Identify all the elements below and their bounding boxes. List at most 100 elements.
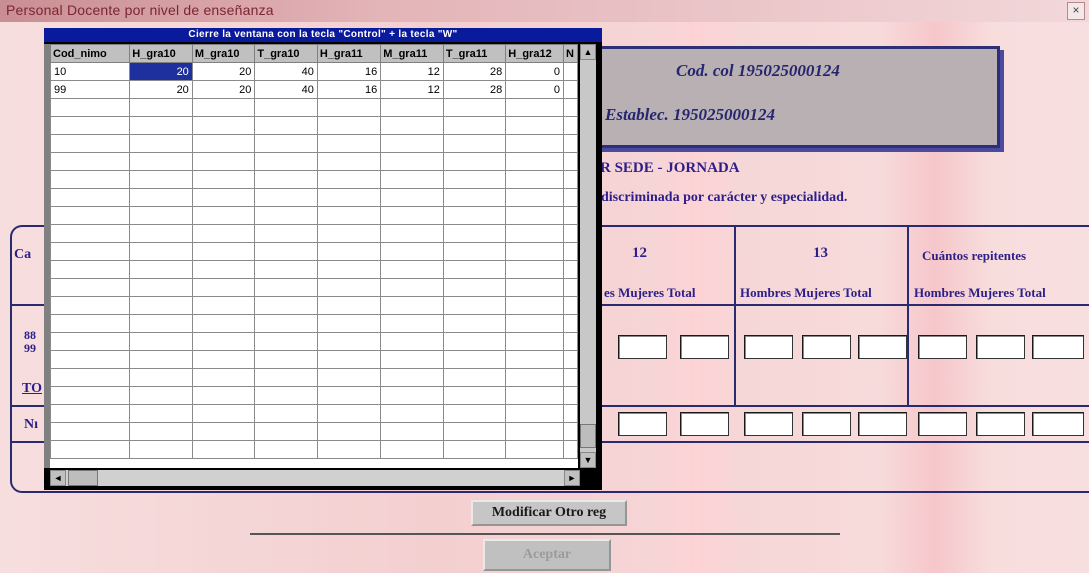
- total-12-field[interactable]: [680, 335, 729, 359]
- table-cell: [442, 332, 507, 351]
- table-cell: [562, 332, 578, 351]
- total-13-field[interactable]: [858, 412, 907, 436]
- table-cell: [562, 296, 578, 315]
- table-cell: [191, 170, 256, 189]
- column-header[interactable]: T_gra10: [254, 44, 318, 63]
- vertical-scrollbar[interactable]: ▲ ▼: [580, 44, 596, 468]
- table-cell[interactable]: 12: [380, 62, 444, 81]
- table-cell[interactable]: [562, 62, 578, 81]
- table-cell: [380, 386, 444, 405]
- scroll-left-icon[interactable]: ◄: [50, 470, 66, 486]
- mujeres-13-field[interactable]: [802, 335, 851, 359]
- total-repitentes-field[interactable]: [1032, 412, 1084, 436]
- column-header[interactable]: T_gra11: [442, 44, 507, 63]
- table-cell[interactable]: 40: [254, 62, 318, 81]
- scroll-thumb[interactable]: [580, 424, 596, 448]
- table-cell: [129, 152, 193, 171]
- scroll-down-icon[interactable]: ▼: [580, 452, 596, 468]
- table-cell: [191, 296, 256, 315]
- modify-other-record-button[interactable]: Modificar Otro reg: [471, 500, 627, 526]
- table-cell: [505, 188, 564, 207]
- table-cell: [316, 314, 382, 333]
- table-cell[interactable]: 99: [50, 80, 131, 99]
- table-cell: [380, 152, 444, 171]
- table-cell: [505, 404, 564, 423]
- column-header[interactable]: H_gra11: [316, 44, 382, 63]
- table-cell: [505, 296, 564, 315]
- table-row[interactable]: 99 20 20 40 16 12 28 0: [50, 80, 578, 99]
- column-header[interactable]: N: [562, 44, 578, 63]
- mujeres-repitentes-field[interactable]: [976, 335, 1025, 359]
- mujeres-13-field[interactable]: [802, 412, 851, 436]
- left-row-label: 99: [24, 341, 36, 355]
- table-cell[interactable]: 10: [50, 62, 131, 81]
- table-cell: [316, 422, 382, 441]
- close-icon[interactable]: ×: [1067, 2, 1085, 20]
- table-cell: [380, 404, 444, 423]
- scroll-thumb[interactable]: [68, 470, 98, 486]
- table-cell: [254, 224, 318, 243]
- hombres-repitentes-field[interactable]: [918, 335, 967, 359]
- hombres-13-field[interactable]: [744, 335, 793, 359]
- table-cell: [505, 368, 564, 387]
- table-cell: [316, 350, 382, 369]
- table-cell: [129, 98, 193, 117]
- table-cell: [50, 440, 131, 459]
- table-cell: [316, 206, 382, 225]
- total-12-field[interactable]: [680, 412, 729, 436]
- scroll-right-icon[interactable]: ►: [564, 470, 580, 486]
- table-row[interactable]: 10 20 20 40 16 12 28 0: [50, 62, 578, 81]
- table-cell[interactable]: 16: [316, 80, 382, 99]
- mujeres-repitentes-field[interactable]: [976, 412, 1025, 436]
- table-cell: [50, 188, 131, 207]
- table-cell: [254, 440, 318, 459]
- table-cell: [316, 368, 382, 387]
- grade-13-header: 13: [813, 245, 828, 261]
- datasheet-grid: Cod_nimo H_gra10 M_gra10 T_gra10 H_gra11 M_gr…: [50, 44, 578, 468]
- table-cell: [191, 368, 256, 387]
- table-cell[interactable]: 20: [191, 80, 256, 99]
- table-cell: [562, 422, 578, 441]
- column-header[interactable]: Cod_nimo: [50, 44, 131, 63]
- table-cell: [562, 314, 578, 333]
- table-cell[interactable]: 40: [254, 80, 318, 99]
- total-13-field[interactable]: [858, 335, 907, 359]
- table-cell: [316, 404, 382, 423]
- total-repitentes-field[interactable]: [1032, 335, 1084, 359]
- table-cell: [50, 386, 131, 405]
- table-cell: [505, 278, 564, 297]
- table-cell[interactable]: 20: [191, 62, 256, 81]
- table-cell: [129, 170, 193, 189]
- table-cell[interactable]: 12: [380, 80, 444, 99]
- table-cell: [505, 116, 564, 135]
- cod-col-label: Cod. col 195025000124: [676, 61, 840, 80]
- hombres-repitentes-field[interactable]: [918, 412, 967, 436]
- table-cell[interactable]: 28: [442, 62, 507, 81]
- mujeres-12-field[interactable]: [618, 335, 667, 359]
- table-cell: [380, 170, 444, 189]
- table-cell[interactable]: 0: [505, 80, 564, 99]
- grade-12-subheader: es Mujeres Total: [604, 285, 696, 300]
- table-cell: [129, 206, 193, 225]
- table-cell[interactable]: 20: [129, 80, 193, 99]
- column-header[interactable]: H_gra12: [505, 44, 564, 63]
- table-cell[interactable]: [562, 80, 578, 99]
- table-cell: [191, 404, 256, 423]
- table-cell: [254, 116, 318, 135]
- horizontal-scrollbar[interactable]: ◄ ►: [50, 470, 580, 486]
- mujeres-12-field[interactable]: [618, 412, 667, 436]
- table-row-empty: [50, 440, 578, 459]
- table-cell: [254, 296, 318, 315]
- column-header[interactable]: M_gra10: [191, 44, 256, 63]
- table-cell: [316, 242, 382, 261]
- table-cell[interactable]: 16: [316, 62, 382, 81]
- hombres-13-field[interactable]: [744, 412, 793, 436]
- table-cell[interactable]: 28: [442, 80, 507, 99]
- table-cell: [50, 224, 131, 243]
- table-cell[interactable]: 20: [129, 62, 193, 81]
- accept-button[interactable]: Aceptar: [483, 539, 611, 571]
- column-header[interactable]: H_gra10: [129, 44, 193, 63]
- scroll-up-icon[interactable]: ▲: [580, 44, 596, 60]
- column-header[interactable]: M_gra11: [380, 44, 444, 63]
- table-cell[interactable]: 0: [505, 62, 564, 81]
